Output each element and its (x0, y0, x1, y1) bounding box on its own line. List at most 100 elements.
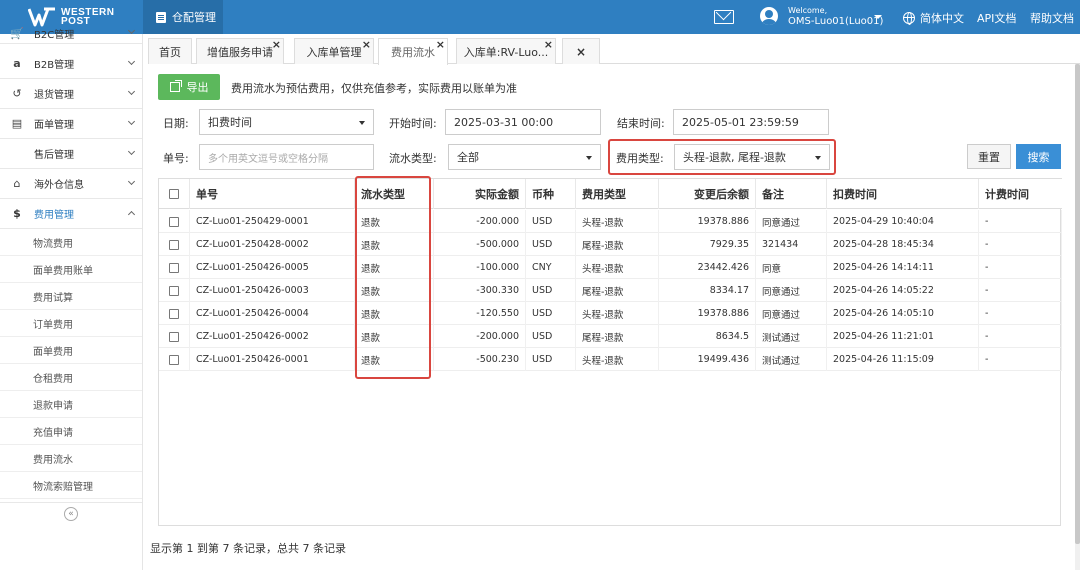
sidebar-subitem[interactable]: 面单费用 (0, 337, 142, 364)
row-checkbox[interactable] (169, 285, 179, 296)
tab-home[interactable]: 首页 (148, 38, 192, 64)
cell-amount: -300.330 (434, 279, 526, 302)
sidebar-subitem[interactable]: 仓租费用 (0, 364, 142, 391)
close-icon[interactable]: × (362, 38, 371, 51)
table-row[interactable]: CZ-Luo01-250426-0003 退款 -300.330 USD 尾程-退款 83… (159, 279, 1062, 302)
table-row[interactable]: CZ-Luo01-250426-0002 退款 -200.000 USD 尾程-退款 86… (159, 325, 1062, 348)
close-icon[interactable]: × (272, 38, 281, 51)
close-icon[interactable]: × (436, 38, 445, 51)
collapse-icon[interactable]: « (64, 507, 78, 521)
order-no-input[interactable]: 多个用英文逗号或空格分隔 (199, 144, 374, 170)
table-row[interactable]: CZ-Luo01-250429-0001 退款 -200.000 USD 头程-退款 19… (159, 210, 1062, 233)
chevron-down-icon (127, 147, 136, 156)
tab-inbound-management[interactable]: 入库单管理 × (294, 38, 374, 64)
sidebar-subitem[interactable]: 物流索赔管理 (0, 472, 142, 499)
row-checkbox[interactable] (169, 216, 179, 227)
amazon-icon: a (13, 57, 21, 70)
sidebar-subitem[interactable]: 物流费用 (0, 229, 142, 256)
welcome-text: Welcome, (788, 6, 828, 15)
row-checkbox[interactable] (169, 308, 179, 319)
document-icon (156, 11, 166, 23)
date-type-select[interactable]: 扣费时间 (199, 109, 374, 135)
order-no-placeholder: 多个用英文逗号或空格分隔 (208, 153, 328, 165)
row-select-cell (159, 302, 190, 325)
start-time-value: 2025-03-31 00:00 (454, 115, 554, 129)
sidebar-subitem[interactable]: 订单费用 (0, 310, 142, 337)
chevron-down-icon (127, 177, 136, 186)
cell-amount: -200.000 (434, 325, 526, 348)
sidebar-subitem[interactable]: 费用试算 (0, 283, 142, 310)
sidebar-subitem[interactable]: 面单费用账单 (0, 256, 142, 283)
chevron-down-icon (127, 117, 136, 126)
flow-type-select[interactable]: 全部 (448, 144, 601, 170)
row-checkbox[interactable] (169, 239, 179, 250)
cell-deduct-time: 2025-04-26 14:05:10 (827, 302, 979, 325)
cell-remark: 测试通过 (756, 325, 827, 348)
fee-flow-table: 单号 流水类型 实际金额 币种 费用类型 变更后余额 备注 扣费时间 计费时间 … (158, 178, 1062, 526)
cell-fee-type: 尾程-退款 (576, 279, 659, 302)
cell-bill-time: - (979, 256, 1062, 279)
user-menu[interactable]: Welcome, OMS-Luo01(Luo01) (788, 5, 883, 27)
sidebar-subitem[interactable]: 充值申请 (0, 418, 142, 445)
row-checkbox[interactable] (169, 331, 179, 342)
close-icon[interactable]: × (544, 38, 553, 51)
sidebar-item-b2b[interactable]: a B2B管理 (0, 49, 142, 79)
chevron-down-icon (127, 87, 136, 96)
api-docs-link[interactable]: API文档 (977, 10, 1016, 26)
cell-currency: USD (526, 279, 576, 302)
select-all-checkbox[interactable] (169, 189, 179, 199)
cell-amount: -500.000 (434, 233, 526, 256)
user-avatar-icon[interactable] (760, 7, 778, 25)
scrollbar-thumb[interactable] (1075, 64, 1080, 544)
start-time-input[interactable]: 2025-03-31 00:00 (445, 109, 601, 135)
cell-amount: -100.000 (434, 256, 526, 279)
sidebar-item-after-sales[interactable]: 售后管理 (0, 139, 142, 169)
module-tab-warehouse[interactable]: 仓配管理 (143, 0, 223, 34)
cell-amount: -200.000 (434, 210, 526, 233)
column-header-order[interactable]: 单号 (190, 179, 355, 209)
export-button[interactable]: 导出 (158, 74, 220, 100)
cell-balance: 7929.35 (659, 233, 756, 256)
table-row[interactable]: CZ-Luo01-250426-0004 退款 -120.550 USD 头程-退款 19… (159, 302, 1062, 325)
sidebar-item-label: 面单管理 (34, 120, 74, 131)
reset-button[interactable]: 重置 (967, 144, 1011, 169)
sidebar-item-b2c[interactable]: 🛒 B2C管理 (0, 24, 142, 44)
highlight-frame-flow-type (355, 176, 431, 379)
row-checkbox[interactable] (169, 262, 179, 273)
cell-order: CZ-Luo01-250426-0001 (190, 348, 355, 371)
search-button[interactable]: 搜索 (1016, 144, 1061, 169)
column-header-currency[interactable]: 币种 (526, 179, 576, 209)
cell-currency: USD (526, 348, 576, 371)
close-all-tabs-button[interactable]: × (562, 38, 600, 64)
sidebar-item-overseas-warehouse[interactable]: ⌂ 海外仓信息 (0, 169, 142, 199)
tab-fee-flow[interactable]: 费用流水 × (378, 38, 448, 65)
flow-type-value: 全部 (457, 151, 479, 164)
column-header-bill-time[interactable]: 计费时间 (979, 179, 1062, 209)
tab-inbound-order[interactable]: 入库单:RV-Luo... × (456, 38, 556, 64)
globe-icon (903, 12, 915, 25)
user-dropdown-icon[interactable] (874, 15, 882, 19)
end-time-input[interactable]: 2025-05-01 23:59:59 (673, 109, 829, 135)
column-header-remark[interactable]: 备注 (756, 179, 827, 209)
column-header-amount[interactable]: 实际金额 (434, 179, 526, 209)
language-switch[interactable]: 简体中文 (903, 10, 964, 26)
table-header: 单号 流水类型 实际金额 币种 费用类型 变更后余额 备注 扣费时间 计费时间 (159, 178, 1062, 209)
column-header-fee-type[interactable]: 费用类型 (576, 179, 659, 209)
table-row[interactable]: CZ-Luo01-250426-0001 退款 -500.230 USD 头程-退款 19… (159, 348, 1062, 371)
page-scrollbar[interactable] (1075, 64, 1080, 570)
column-header-deduct-time[interactable]: 扣费时间 (827, 179, 979, 209)
mail-icon[interactable] (714, 10, 734, 24)
export-icon (169, 80, 182, 92)
sidebar-subitem[interactable]: 费用流水 (0, 445, 142, 472)
sidebar-item-returns[interactable]: ↺ 退货管理 (0, 79, 142, 109)
sidebar-item-fee-management[interactable]: $ 费用管理 (0, 199, 142, 229)
column-header-balance[interactable]: 变更后余额 (659, 179, 756, 209)
top-header: WESTERN POST 仓配管理 Welcome, OMS-Luo01(Luo… (0, 0, 1080, 34)
table-row[interactable]: CZ-Luo01-250428-0002 退款 -500.000 USD 尾程-退款 79… (159, 233, 1062, 256)
tab-value-added-service[interactable]: 增值服务申请 × (196, 38, 284, 64)
table-row[interactable]: CZ-Luo01-250426-0005 退款 -100.000 CNY 头程-退款 23… (159, 256, 1062, 279)
sidebar-subitem[interactable]: 退款申请 (0, 391, 142, 418)
row-checkbox[interactable] (169, 354, 179, 365)
sidebar-item-waybill[interactable]: ▤ 面单管理 (0, 109, 142, 139)
help-docs-link[interactable]: 帮助文档 (1030, 10, 1074, 26)
